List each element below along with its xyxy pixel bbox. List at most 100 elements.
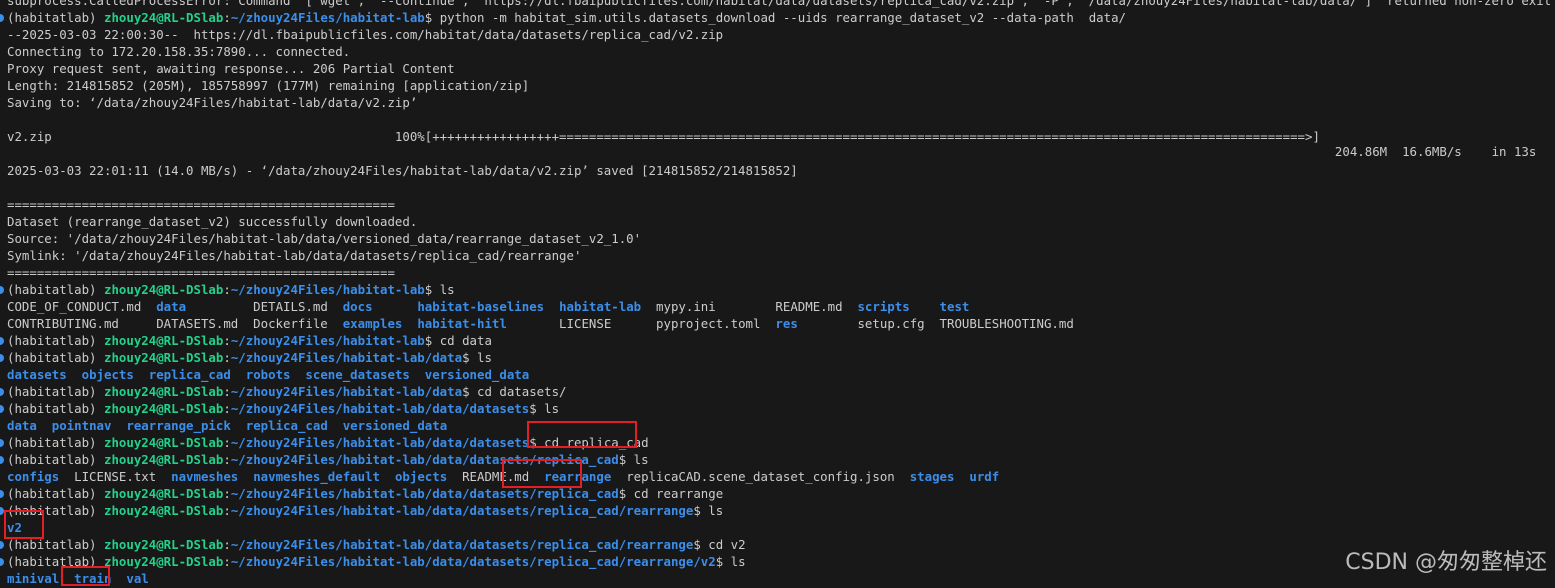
prompt-user-host: zhouy24@RL-DSlab xyxy=(103,10,224,25)
command-decoration-dot-icon[interactable] xyxy=(0,490,4,498)
directory-entry[interactable]: objects xyxy=(395,469,447,484)
highlight-box-v2 xyxy=(4,510,44,539)
terminal-text: : xyxy=(223,503,231,518)
prompt-user-host: zhouy24@RL-DSlab xyxy=(103,282,224,297)
terminal-text: $ ls xyxy=(462,350,492,365)
terminal-line: datasets objects replica_cad robots scen… xyxy=(7,366,529,383)
prompt-path: ~/zhouy24Files/habitat-lab/data/datasets… xyxy=(230,503,694,518)
directory-entry[interactable]: habitat-baselines xyxy=(417,299,544,314)
terminal-line: Dataset (rearrange_dataset_v2) successfu… xyxy=(7,213,417,230)
terminal-text: $ cd v2 xyxy=(693,537,746,552)
command-decoration-dot-icon[interactable] xyxy=(0,405,4,413)
directory-entry[interactable]: habitat-hitl xyxy=(417,316,507,331)
directory-entry[interactable]: data xyxy=(156,299,186,314)
directory-entry[interactable]: examples xyxy=(343,316,403,331)
terminal-text: Connecting to 172.20.158.35:7890... conn… xyxy=(7,44,351,59)
directory-entry[interactable]: replica_cad xyxy=(246,418,328,433)
terminal-text: (habitatlab) xyxy=(7,537,104,552)
directory-entry[interactable]: pointnav xyxy=(52,418,112,433)
directory-entry[interactable]: test xyxy=(940,299,970,314)
directory-entry[interactable]: versioned_data xyxy=(343,418,447,433)
terminal-text: : xyxy=(223,486,231,501)
directory-entry[interactable]: rearrange_pick xyxy=(126,418,230,433)
highlight-box-cd-replica-cad xyxy=(527,421,637,448)
terminal-line: CONTRIBUTING.md DATASETS.md Dockerfile e… xyxy=(7,315,1074,332)
command-decoration-dot-icon[interactable] xyxy=(0,354,4,362)
terminal-text: Symlink: '/data/zhouy24Files/habitat-lab… xyxy=(7,248,582,263)
terminal-text: $ cd data xyxy=(424,333,492,348)
terminal-text: : xyxy=(223,401,231,416)
command-decoration-dot-icon[interactable] xyxy=(0,337,4,345)
terminal-text: : xyxy=(223,333,231,348)
command-decoration-dot-icon[interactable] xyxy=(0,456,4,464)
prompt-path: ~/zhouy24Files/habitat-lab/data/datasets… xyxy=(230,537,694,552)
directory-entry[interactable]: minival xyxy=(7,571,59,586)
prompt-path: ~/zhouy24Files/habitat-lab/data/datasets xyxy=(230,435,530,450)
terminal-text: (habitatlab) xyxy=(7,384,104,399)
command-decoration-dot-icon[interactable] xyxy=(0,541,4,549)
terminal-text: $ cd rearrange xyxy=(618,486,724,501)
terminal-text: : xyxy=(223,435,231,450)
directory-entry[interactable]: scene_datasets xyxy=(305,367,409,382)
directory-entry[interactable]: docs xyxy=(343,299,373,314)
prompt-path: ~/zhouy24Files/habitat-lab/data/datasets… xyxy=(230,486,619,501)
download-size: 204.86M xyxy=(1334,144,1388,159)
terminal-text: (habitatlab) xyxy=(7,282,104,297)
prompt-path: ~/zhouy24Files/habitat-lab/data/datasets… xyxy=(230,554,716,569)
directory-entry[interactable]: objects xyxy=(82,367,134,382)
prompt-user-host: zhouy24@RL-DSlab xyxy=(103,537,224,552)
terminal-text: (habitatlab) xyxy=(7,333,104,348)
terminal-line: data pointnav rearrange_pick replica_cad… xyxy=(7,417,447,434)
prompt-path: ~/zhouy24Files/habitat-lab xyxy=(230,333,425,348)
directory-entry[interactable]: data xyxy=(7,418,37,433)
terminal-line: Length: 214815852 (205M), 185758997 (177… xyxy=(7,77,529,94)
command-decoration-dot-icon[interactable] xyxy=(0,439,4,447)
command-decoration-dot-icon[interactable] xyxy=(0,558,4,566)
terminal-text: CODE_OF_CONDUCT.md xyxy=(7,299,157,314)
directory-entry[interactable]: replica_cad xyxy=(149,367,231,382)
terminal-text: : xyxy=(223,282,231,297)
terminal-line: 2025-03-03 22:01:11 (14.0 MB/s) - ‘/data… xyxy=(7,162,798,179)
command-decoration-dot-icon[interactable] xyxy=(0,286,4,294)
directory-entry[interactable]: urdf xyxy=(969,469,999,484)
command-decoration-dot-icon[interactable] xyxy=(0,388,4,396)
directory-entry[interactable]: robots xyxy=(246,367,291,382)
directory-entry[interactable]: habitat-lab xyxy=(559,299,641,314)
terminal-text: : xyxy=(223,452,231,467)
directory-entry[interactable]: res xyxy=(775,316,797,331)
terminal-text: : xyxy=(223,384,231,399)
directory-entry[interactable]: configs xyxy=(7,469,59,484)
terminal-text: (habitatlab) xyxy=(7,435,104,450)
terminal-line: (habitatlab) zhouy24@RL-DSlab:~/zhouy24F… xyxy=(0,502,723,519)
terminal-line: (habitatlab) zhouy24@RL-DSlab:~/zhouy24F… xyxy=(0,332,492,349)
prompt-user-host: zhouy24@RL-DSlab xyxy=(103,554,224,569)
directory-entry[interactable]: navmeshes xyxy=(171,469,238,484)
directory-entry[interactable]: val xyxy=(126,571,148,586)
terminal-text: : xyxy=(223,554,231,569)
terminal-text: 2025-03-03 22:01:11 (14.0 MB/s) - ‘/data… xyxy=(7,163,798,178)
terminal-line: v2.zip 100%[+++++++++++++++++===========… xyxy=(7,128,1320,145)
terminal-line: Symlink: '/data/zhouy24Files/habitat-lab… xyxy=(7,247,581,264)
terminal-text: ========================================… xyxy=(7,197,395,212)
directory-entry[interactable]: navmeshes_default xyxy=(253,469,380,484)
terminal-text: LICENSE.txt xyxy=(59,469,172,484)
terminal-text: CONTRIBUTING.md DATASETS.md Dockerfile xyxy=(7,316,343,331)
directory-entry[interactable]: versioned_data xyxy=(425,367,529,382)
terminal-text: subprocess.CalledProcessError: Command '… xyxy=(7,0,1555,8)
command-decoration-dot-icon[interactable] xyxy=(0,14,4,22)
terminal-output[interactable]: subprocess.CalledProcessError: Command '… xyxy=(0,0,1555,588)
directory-entry[interactable]: stages xyxy=(910,469,955,484)
directory-entry[interactable]: datasets xyxy=(7,367,67,382)
terminal-line: Connecting to 172.20.158.35:7890... conn… xyxy=(7,43,350,60)
directory-entry[interactable]: scripts xyxy=(857,299,909,314)
highlight-box-rearrange xyxy=(502,459,582,488)
